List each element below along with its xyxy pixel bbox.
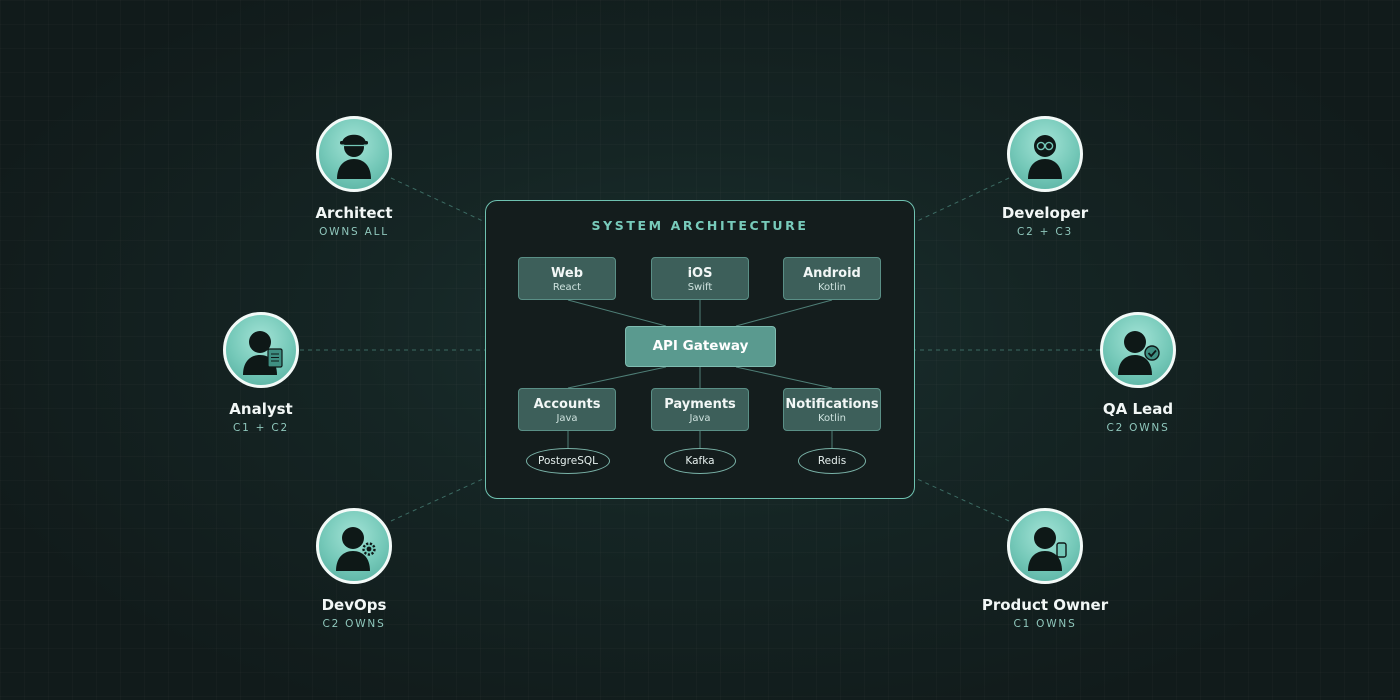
person-with-checkmark-icon bbox=[1118, 331, 1160, 375]
node-tech: React bbox=[552, 282, 582, 293]
client-ios[interactable]: iOS Swift bbox=[651, 257, 749, 300]
service-notifications[interactable]: Notifications Kotlin bbox=[783, 388, 881, 431]
connector-devops bbox=[390, 477, 486, 522]
link-web-gateway bbox=[567, 299, 667, 327]
persona-role: C2 + C3 bbox=[1016, 226, 1074, 238]
link-android-gateway bbox=[735, 299, 833, 327]
node-title: Accounts bbox=[533, 397, 601, 412]
store-postgresql[interactable]: PostgreSQL bbox=[526, 448, 610, 474]
node-title: Payments bbox=[664, 397, 736, 412]
link-gateway-accounts bbox=[567, 366, 667, 389]
link-gateway-notifications bbox=[735, 366, 833, 389]
node-title: Android bbox=[803, 266, 861, 281]
persona-role: C1 OWNS bbox=[1013, 618, 1077, 630]
connector-product-owner bbox=[914, 477, 1010, 522]
persona-name: Developer bbox=[1001, 204, 1089, 222]
avatar bbox=[223, 312, 299, 388]
avatar bbox=[316, 508, 392, 584]
person-with-hat-icon bbox=[337, 134, 371, 179]
persona-name: DevOps bbox=[321, 596, 387, 614]
node-title: iOS bbox=[687, 266, 713, 281]
service-accounts[interactable]: Accounts Java bbox=[518, 388, 616, 431]
node-tech: Kotlin bbox=[818, 282, 846, 293]
person-with-gear-icon bbox=[336, 527, 376, 571]
person-with-glasses-icon bbox=[1028, 135, 1062, 179]
persona-name: Product Owner bbox=[981, 596, 1109, 614]
service-payments[interactable]: Payments Java bbox=[651, 388, 749, 431]
persona-role: C2 OWNS bbox=[1106, 422, 1170, 434]
persona-role: C1 + C2 bbox=[232, 422, 290, 434]
api-gateway[interactable]: API Gateway bbox=[625, 326, 776, 367]
avatar bbox=[316, 116, 392, 192]
node-tech: Java bbox=[556, 413, 578, 424]
client-web[interactable]: Web React bbox=[518, 257, 616, 300]
architecture-panel: SYSTEM ARCHITECTURE Web React iOS Swift … bbox=[485, 200, 915, 499]
persona-name: Architect bbox=[315, 204, 393, 222]
persona-role: OWNS ALL bbox=[319, 226, 389, 238]
node-tech: Java bbox=[689, 413, 711, 424]
person-with-document-icon bbox=[243, 331, 283, 375]
persona-role: C2 OWNS bbox=[322, 618, 386, 630]
avatar bbox=[1100, 312, 1176, 388]
node-tech: Swift bbox=[687, 282, 713, 293]
node-tech: Kotlin bbox=[818, 413, 846, 424]
node-title: Notifications bbox=[785, 397, 879, 412]
person-with-phone-icon bbox=[1028, 527, 1067, 571]
client-android[interactable]: Android Kotlin bbox=[783, 257, 881, 300]
avatar bbox=[1007, 116, 1083, 192]
node-title: Web bbox=[551, 266, 583, 281]
store-redis[interactable]: Redis bbox=[798, 448, 866, 474]
avatar bbox=[1007, 508, 1083, 584]
persona-name: Analyst bbox=[229, 400, 293, 418]
persona-name: QA Lead bbox=[1102, 400, 1174, 418]
store-kafka[interactable]: Kafka bbox=[664, 448, 736, 474]
